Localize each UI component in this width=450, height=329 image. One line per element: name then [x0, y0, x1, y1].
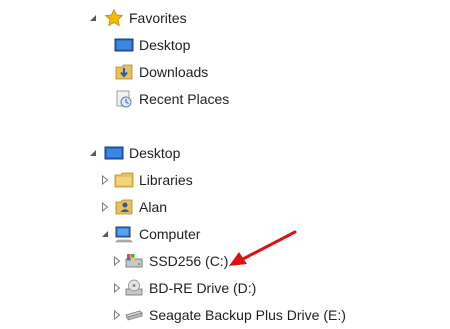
expand-arrow-icon[interactable] — [112, 309, 122, 321]
computer-icon — [114, 224, 134, 244]
downloads-folder-icon — [114, 62, 134, 82]
nav-item-label: BD-RE Drive (D:) — [149, 280, 257, 296]
nav-item-label: Favorites — [129, 10, 187, 26]
nav-item-label: Libraries — [139, 172, 193, 188]
nav-item-recent-places[interactable]: Recent Places — [0, 87, 365, 111]
user-folder-icon — [114, 197, 134, 217]
expand-arrow-icon[interactable] — [112, 282, 122, 294]
star-icon — [104, 8, 124, 28]
nav-item-label: Recent Places — [139, 91, 230, 107]
nav-item-desktop-favorite[interactable]: Desktop — [0, 33, 365, 57]
nav-item-libraries[interactable]: Libraries — [0, 168, 365, 192]
nav-item-label: Computer — [139, 226, 201, 242]
nav-item-label: Seagate Backup Plus Drive (E:) — [149, 307, 346, 323]
desktop-icon — [104, 143, 124, 163]
content-area-edge — [365, 0, 450, 329]
nav-item-label: Desktop — [139, 37, 191, 53]
expand-arrow-icon[interactable] — [100, 174, 110, 186]
expand-arrow-icon[interactable] — [100, 201, 110, 213]
nav-item-label: Downloads — [139, 64, 209, 80]
nav-item-computer[interactable]: Computer — [0, 222, 365, 246]
nav-item-desktop[interactable]: Desktop — [0, 141, 365, 165]
nav-item-favorites[interactable]: Favorites — [0, 6, 365, 30]
nav-item-drive-d[interactable]: BD-RE Drive (D:) — [0, 276, 365, 300]
optical-drive-icon — [124, 278, 144, 298]
libraries-folder-icon — [114, 170, 134, 190]
nav-item-label: SSD256 (C:) — [149, 253, 229, 269]
nav-item-label: Alan — [139, 199, 168, 215]
recent-places-icon — [114, 89, 134, 109]
nav-item-drive-c[interactable]: SSD256 (C:) — [0, 249, 365, 273]
collapse-arrow-icon[interactable] — [88, 12, 98, 24]
nav-item-downloads[interactable]: Downloads — [0, 60, 365, 84]
nav-item-label: Desktop — [129, 145, 181, 161]
nav-item-drive-e[interactable]: Seagate Backup Plus Drive (E:) — [0, 303, 365, 327]
system-drive-icon — [124, 251, 144, 271]
expand-arrow-icon[interactable] — [112, 255, 122, 267]
navigation-pane: Favorites Desktop Downloads Recent Place… — [0, 0, 365, 329]
nav-item-alan[interactable]: Alan — [0, 195, 365, 219]
collapse-arrow-icon[interactable] — [100, 228, 110, 240]
desktop-icon — [114, 35, 134, 55]
annotation-arrow — [229, 230, 297, 266]
collapse-arrow-icon[interactable] — [88, 147, 98, 159]
removable-drive-icon — [124, 305, 144, 325]
